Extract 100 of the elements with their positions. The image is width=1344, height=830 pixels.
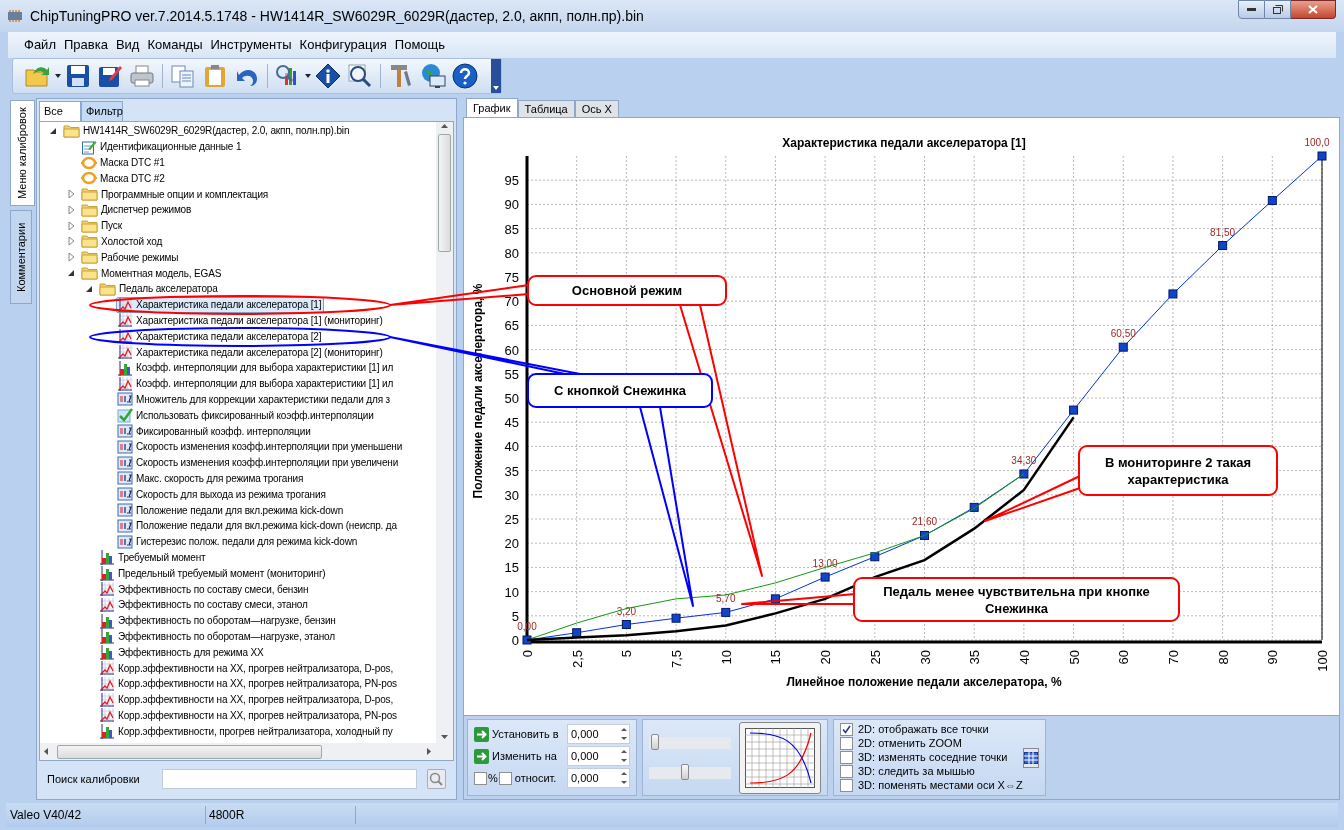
arrow-right-icon[interactable] bbox=[474, 726, 489, 742]
horizontal-scrollbar[interactable] bbox=[40, 743, 453, 760]
slider-track[interactable] bbox=[649, 736, 731, 749]
tree-item[interactable]: Скорость изменения коэфф.интерполяции при уменьшени bbox=[116, 438, 406, 455]
search-button[interactable] bbox=[426, 769, 446, 789]
view-tab[interactable]: График bbox=[466, 98, 518, 117]
caret-icon[interactable] bbox=[305, 74, 311, 78]
tree-item[interactable]: Корр.эффективности на XX, прогрев нейтрализатора, PN-pos bbox=[98, 675, 400, 692]
tree-item[interactable]: HW1414R_SW6029R_6029R(дастер, 2.0, акпп, полн.пр).bin bbox=[62, 123, 353, 139]
tree-item[interactable]: Макс. скорость для режима трогания bbox=[116, 470, 307, 487]
side-tab[interactable]: Комментарии bbox=[10, 210, 32, 304]
menu-item[interactable]: Команды bbox=[147, 35, 203, 55]
tree-item[interactable]: Эффективность по составу смеси, бензин bbox=[98, 581, 312, 597]
overflow-button[interactable] bbox=[491, 59, 501, 93]
tree-item[interactable]: Эффективность для режима XX bbox=[98, 644, 267, 661]
menu-item[interactable]: Инструменты bbox=[210, 35, 292, 55]
toolbar-button[interactable] bbox=[313, 61, 343, 91]
tree-item[interactable]: Корр.эффективности на XX, прогрев нейтрализатора, PN-pos bbox=[98, 707, 400, 724]
tree-item[interactable]: Коэфф. интерполяции для выбора характеристики [1] ил bbox=[116, 359, 397, 376]
data-point[interactable] bbox=[969, 502, 979, 512]
checkbox[interactable] bbox=[474, 771, 487, 785]
tree-item[interactable]: Предельный требуемый момент (мониторинг) bbox=[98, 565, 329, 582]
data-point[interactable] bbox=[1069, 405, 1079, 415]
checkbox[interactable] bbox=[498, 771, 512, 785]
tree-item[interactable]: Фиксированный коэфф. интерполяции bbox=[116, 423, 314, 439]
data-point[interactable] bbox=[721, 607, 731, 617]
menu-item[interactable]: Конфигурация bbox=[299, 35, 387, 55]
curve-preview-button[interactable] bbox=[739, 721, 821, 794]
menu-item[interactable]: Вид bbox=[115, 35, 140, 55]
tree-item[interactable]: Идентификационные данные 1 bbox=[80, 138, 245, 155]
tree-item[interactable]: Эффективность по оборотам—нагрузке, этанол bbox=[98, 628, 338, 645]
tree-item[interactable]: Холостой ход bbox=[80, 233, 166, 250]
close-button[interactable] bbox=[1291, 0, 1336, 19]
tree-item[interactable]: Множитель для коррекции характеристики педали для з bbox=[116, 391, 394, 408]
tree-item[interactable]: Использовать фиксированный коэфф.интерполяции bbox=[116, 407, 377, 424]
tree-item[interactable]: Корр.эффективности, прогрев нейтрализатора, холодный пу bbox=[98, 723, 396, 740]
checkbox[interactable] bbox=[840, 779, 853, 792]
tree-item[interactable]: Диспетчер режимов bbox=[80, 202, 195, 218]
data-point[interactable] bbox=[621, 620, 631, 629]
tree-item[interactable]: Положение педали для вкл.режима kick-down bbox=[116, 502, 347, 518]
tree-item[interactable]: Рабочие режимы bbox=[80, 249, 182, 266]
data-point[interactable] bbox=[671, 613, 681, 623]
filter-tab[interactable]: Фильтр bbox=[81, 101, 123, 121]
tree-item[interactable]: Положение педали для вкл.режима kick-down (неиспр. да bbox=[116, 517, 400, 534]
number-spinner[interactable]: 0,000 bbox=[567, 746, 630, 766]
tree-item[interactable]: Характеристика педали акселератора [2] (мониторинг) bbox=[116, 344, 386, 360]
checkbox[interactable] bbox=[840, 765, 853, 778]
tree-item[interactable]: Эффективность по составу смеси, этанол bbox=[98, 596, 311, 613]
tree-item[interactable]: Маска DTC #2 bbox=[80, 170, 168, 187]
tree-item[interactable]: Гистерезис полож. педали для режима kick-down bbox=[116, 533, 361, 550]
slider-track[interactable] bbox=[649, 766, 731, 779]
caret-icon[interactable] bbox=[55, 74, 61, 78]
tree-item[interactable]: Скорость изменения коэфф.интерполяции при увеличени bbox=[116, 454, 402, 471]
number-spinner[interactable]: 0,000 bbox=[567, 724, 630, 744]
tree-item[interactable]: Характеристика педали акселератора [2] bbox=[116, 328, 325, 345]
data-point[interactable] bbox=[770, 594, 780, 604]
data-point[interactable] bbox=[572, 628, 582, 638]
scroll-thumb[interactable] bbox=[438, 134, 451, 252]
side-tab[interactable]: Меню калибровок bbox=[10, 100, 35, 206]
checkbox[interactable] bbox=[840, 737, 853, 750]
tree-item[interactable]: Педаль акселератора bbox=[98, 280, 221, 297]
view-tab[interactable]: Таблица bbox=[517, 100, 575, 117]
search-field[interactable] bbox=[161, 769, 417, 789]
tree-item[interactable]: Маска DTC #1 bbox=[80, 154, 168, 171]
checkbox[interactable] bbox=[840, 751, 853, 764]
data-point[interactable] bbox=[1019, 469, 1029, 479]
vertical-scrollbar[interactable] bbox=[436, 122, 453, 743]
tree-item[interactable]: Программные опции и комплектация bbox=[80, 186, 272, 202]
scroll-thumb[interactable] bbox=[57, 744, 322, 759]
tree-item[interactable]: Корр.эффективности на XX, прогрев нейтрализатора, D-pos, bbox=[98, 660, 397, 676]
arrow-right-icon[interactable] bbox=[474, 748, 489, 764]
tree-item[interactable]: Эффективность по оборотам—нагрузке, бензин bbox=[98, 612, 339, 629]
tree-item[interactable]: Корр.эффективности на XX, прогрев нейтрализатора, D-pos, bbox=[98, 691, 397, 708]
slider-thumb[interactable] bbox=[651, 733, 660, 750]
data-point[interactable] bbox=[820, 572, 830, 582]
data-point[interactable] bbox=[1267, 196, 1277, 206]
data-point[interactable] bbox=[1118, 342, 1128, 352]
view-tab[interactable]: Ось X bbox=[574, 100, 619, 117]
data-point[interactable] bbox=[870, 552, 880, 562]
data-point[interactable] bbox=[920, 530, 929, 540]
filter-tab[interactable]: Все bbox=[39, 101, 81, 121]
number-spinner[interactable]: 0,000 bbox=[567, 768, 630, 788]
data-point[interactable] bbox=[1317, 151, 1327, 161]
menu-item[interactable]: Помощь bbox=[394, 35, 446, 55]
minimize-button[interactable] bbox=[1238, 0, 1265, 19]
grid-button[interactable] bbox=[1022, 747, 1039, 768]
tree-item[interactable]: Требуемый момент bbox=[98, 549, 209, 566]
tree-item[interactable]: Моментная модель, EGAS bbox=[80, 265, 225, 281]
slider-thumb[interactable] bbox=[680, 763, 689, 780]
tree-item[interactable]: Характеристика педали акселератора [1] (мониторинг) bbox=[116, 312, 386, 329]
tree-item[interactable]: Коэфф. интерполяции для выбора характеристики [1] ил bbox=[116, 375, 397, 392]
data-point[interactable] bbox=[522, 635, 532, 645]
toolbar-button[interactable] bbox=[450, 61, 480, 91]
maximize-button[interactable] bbox=[1265, 0, 1291, 19]
tree-item[interactable]: Пуск bbox=[80, 217, 125, 234]
tree-item[interactable]: Скорость для выхода из режима трогания bbox=[116, 486, 329, 503]
menu-item[interactable]: Файл bbox=[24, 35, 56, 55]
menu-item[interactable]: Правка bbox=[63, 35, 108, 55]
checkbox[interactable] bbox=[840, 723, 853, 736]
data-point[interactable] bbox=[1218, 241, 1228, 251]
